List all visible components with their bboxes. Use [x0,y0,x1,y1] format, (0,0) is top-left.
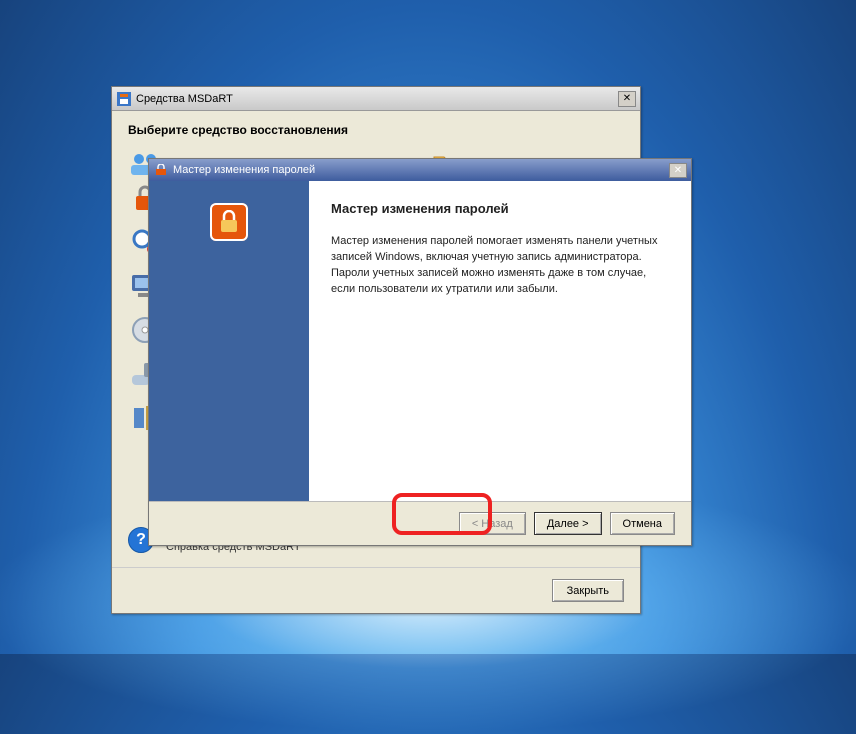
wizard-lock-icon [153,162,169,178]
msdart-titlebar[interactable]: Средства MSDaRT ✕ [112,87,640,111]
wizard-titlebar[interactable]: Мастер изменения паролей ✕ [149,159,691,181]
msdart-close-footer-button[interactable]: Закрыть [552,579,624,602]
wizard-heading: Мастер изменения паролей [331,201,669,216]
wizard-next-button[interactable]: Далее > [534,512,602,535]
wizard-sidebar [149,181,309,501]
wizard-sidebar-lock-icon [210,203,248,241]
close-icon: ✕ [674,165,682,176]
wizard-close-button[interactable]: ✕ [669,163,687,178]
wizard-window: Мастер изменения паролей ✕ Мастер измене… [148,158,692,546]
close-icon: ✕ [623,93,631,104]
wizard-cancel-button[interactable]: Отмена [610,512,675,535]
wizard-content: Мастер изменения паролей Мастер изменени… [309,181,691,501]
wizard-back-button: < Назад [459,512,526,535]
msdart-app-icon [116,91,132,107]
wizard-title: Мастер изменения паролей [173,164,315,176]
msdart-title: Средства MSDaRT [136,93,233,105]
wizard-footer: < Назад Далее > Отмена [149,501,691,545]
msdart-heading: Выберите средство восстановления [128,123,624,137]
msdart-close-button[interactable]: ✕ [618,91,636,107]
wizard-body-text: Мастер изменения паролей помогает изменя… [331,234,669,298]
